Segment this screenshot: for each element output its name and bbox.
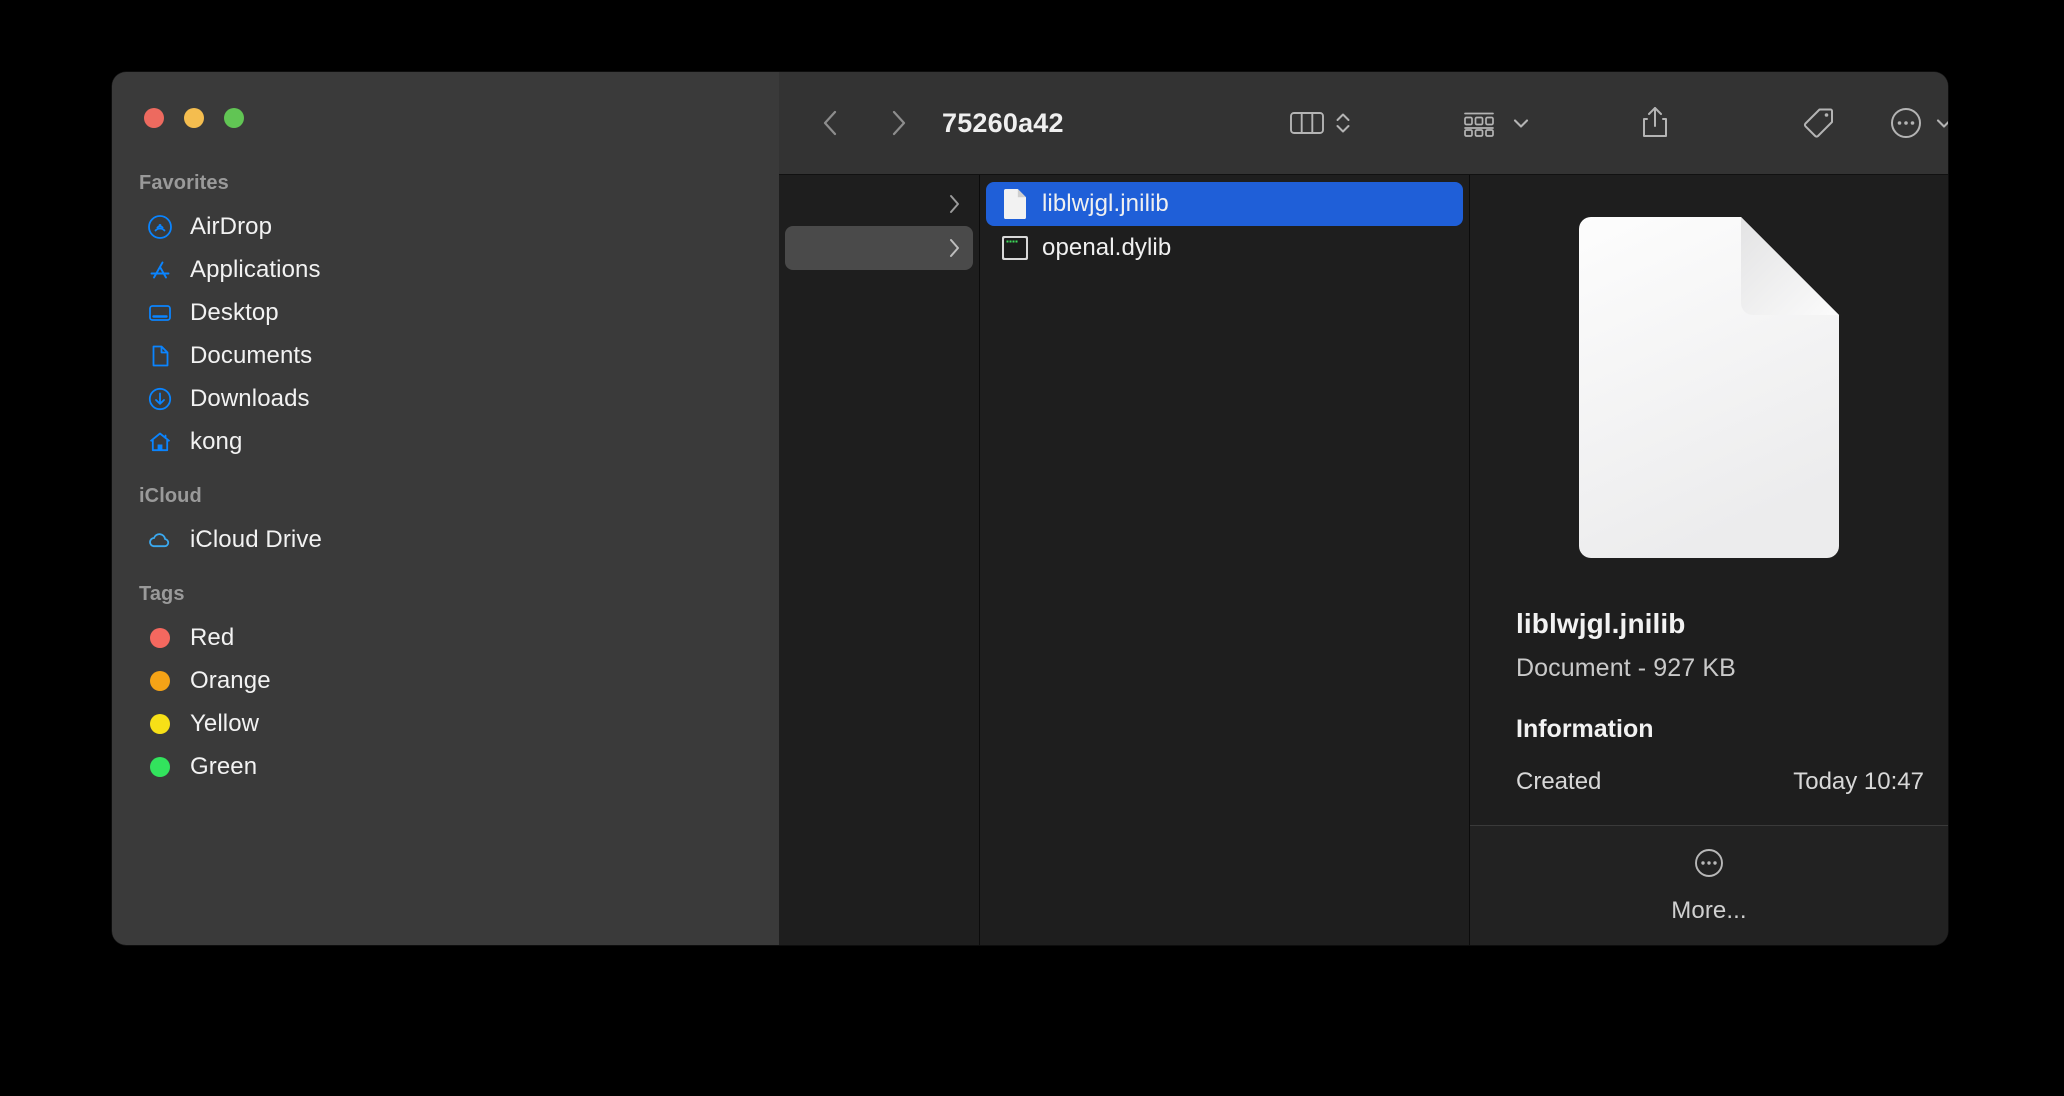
sidebar-item-desktop[interactable]: Desktop bbox=[124, 291, 767, 334]
share-button[interactable] bbox=[1639, 104, 1671, 142]
file-list-item[interactable]: liblwjgl.jnilib bbox=[986, 182, 1463, 226]
window-title: 75260a42 bbox=[942, 107, 1064, 138]
tag-dot-icon bbox=[147, 625, 173, 651]
column-browser: liblwjgl.jnilib openal.dylib liblwjgl.jn… bbox=[779, 175, 1948, 945]
sidebar-item-documents[interactable]: Documents bbox=[124, 334, 767, 377]
sidebar-item-label: Desktop bbox=[190, 298, 279, 326]
back-button[interactable] bbox=[809, 101, 853, 145]
sidebar-item-downloads[interactable]: Downloads bbox=[124, 377, 767, 420]
preview-info-row: Created Today 10:47 bbox=[1516, 768, 1924, 796]
sidebar-item-applications[interactable]: Applications bbox=[124, 248, 767, 291]
more-options-control[interactable] bbox=[1889, 106, 1948, 140]
file-list-item-label: liblwjgl.jnilib bbox=[1042, 190, 1169, 217]
home-icon bbox=[147, 429, 173, 455]
executable-file-icon bbox=[1000, 232, 1030, 264]
sidebar-item-label: kong bbox=[190, 427, 243, 455]
sidebar-item-label: Green bbox=[190, 752, 258, 780]
preview-footer[interactable]: More... bbox=[1470, 825, 1948, 945]
chevron-down-icon[interactable] bbox=[1933, 112, 1948, 134]
column-row[interactable] bbox=[785, 226, 973, 270]
traffic-lights bbox=[144, 108, 244, 128]
file-list-column[interactable]: liblwjgl.jnilib openal.dylib bbox=[980, 175, 1470, 945]
ellipsis-circle-icon[interactable] bbox=[1889, 106, 1923, 140]
tag-dot-icon bbox=[147, 711, 173, 737]
sidebar-item-label: Downloads bbox=[190, 384, 310, 412]
sidebar-item-label: iCloud Drive bbox=[190, 525, 322, 553]
parent-column[interactable] bbox=[779, 175, 980, 945]
minimize-button[interactable] bbox=[184, 108, 204, 128]
chevron-right-icon bbox=[945, 192, 963, 216]
sidebar-item-airdrop[interactable]: AirDrop bbox=[124, 205, 767, 248]
tag-button[interactable] bbox=[1801, 106, 1835, 140]
preview-info-label: Created bbox=[1516, 768, 1602, 795]
desktop-icon bbox=[147, 300, 173, 326]
sidebar-group-icloud: iCloud iCloud Drive bbox=[112, 485, 779, 561]
sidebar-group-tags: Tags Red Orange Yellow Green bbox=[112, 583, 779, 788]
chevron-up-down-icon[interactable] bbox=[1334, 107, 1352, 139]
airdrop-icon bbox=[147, 214, 173, 240]
sidebar-item-tag-yellow[interactable]: Yellow bbox=[124, 702, 767, 745]
main-area: 75260a42 liblwjgl.jnilib openal.dylib li… bbox=[779, 72, 1948, 945]
documents-icon bbox=[147, 343, 173, 369]
sidebar-item-tag-red[interactable]: Red bbox=[124, 616, 767, 659]
view-mode-control[interactable] bbox=[1289, 107, 1352, 139]
chevron-right-icon bbox=[945, 236, 963, 260]
ellipsis-circle-icon[interactable] bbox=[1692, 846, 1726, 885]
group-by-control[interactable] bbox=[1459, 107, 1532, 139]
maximize-button[interactable] bbox=[224, 108, 244, 128]
sidebar-item-icloud-drive[interactable]: iCloud Drive bbox=[124, 518, 767, 561]
preview-content: liblwjgl.jnilib Document - 927 KB Inform… bbox=[1470, 175, 1948, 796]
sidebar-item-label: Orange bbox=[190, 666, 271, 694]
preview-metadata: liblwjgl.jnilib Document - 927 KB Inform… bbox=[1494, 608, 1924, 796]
sidebar: Favorites AirDrop Applications Desktop D… bbox=[112, 72, 779, 945]
applications-icon bbox=[147, 257, 173, 283]
group-by-icon[interactable] bbox=[1459, 107, 1499, 139]
tag-dot-icon bbox=[147, 754, 173, 780]
sidebar-scroll-area[interactable]: Favorites AirDrop Applications Desktop D… bbox=[112, 72, 779, 788]
sidebar-item-label: AirDrop bbox=[190, 212, 273, 240]
preview-information-header: Information bbox=[1516, 715, 1654, 743]
sidebar-section-header-icloud: iCloud bbox=[139, 485, 202, 507]
preview-pane: liblwjgl.jnilib Document - 927 KB Inform… bbox=[1470, 175, 1948, 945]
file-list-item-label: openal.dylib bbox=[1042, 234, 1172, 261]
sidebar-item-label: Documents bbox=[190, 341, 313, 369]
sidebar-section-header-tags: Tags bbox=[139, 583, 185, 605]
file-list-item[interactable]: openal.dylib bbox=[986, 226, 1463, 270]
sidebar-item-label: Applications bbox=[190, 255, 321, 283]
sidebar-item-tag-orange[interactable]: Orange bbox=[124, 659, 767, 702]
finder-window: Favorites AirDrop Applications Desktop D… bbox=[112, 72, 1948, 945]
sidebar-section-header-favorites: Favorites bbox=[139, 172, 229, 194]
preview-info-value: Today 10:47 bbox=[1793, 768, 1924, 795]
sidebar-group-favorites: Favorites AirDrop Applications Desktop D… bbox=[112, 172, 779, 463]
sidebar-item-label: Yellow bbox=[190, 709, 260, 737]
document-file-icon bbox=[1573, 215, 1845, 560]
column-view-icon[interactable] bbox=[1289, 108, 1325, 138]
sidebar-item-home[interactable]: kong bbox=[124, 420, 767, 463]
preview-kind-size: Document - 927 KB bbox=[1516, 654, 1736, 682]
sidebar-item-label: Red bbox=[190, 623, 235, 651]
preview-filename: liblwjgl.jnilib bbox=[1516, 608, 1686, 639]
column-row[interactable] bbox=[785, 182, 973, 226]
toolbar: 75260a42 bbox=[779, 72, 1948, 175]
close-button[interactable] bbox=[144, 108, 164, 128]
downloads-icon bbox=[147, 386, 173, 412]
tag-dot-icon bbox=[147, 668, 173, 694]
cloud-icon bbox=[147, 527, 173, 553]
forward-button[interactable] bbox=[876, 101, 920, 145]
chevron-down-icon[interactable] bbox=[1510, 112, 1532, 134]
sidebar-item-tag-green[interactable]: Green bbox=[124, 745, 767, 788]
more-button-label[interactable]: More... bbox=[1671, 897, 1746, 925]
document-file-icon bbox=[1000, 188, 1030, 220]
